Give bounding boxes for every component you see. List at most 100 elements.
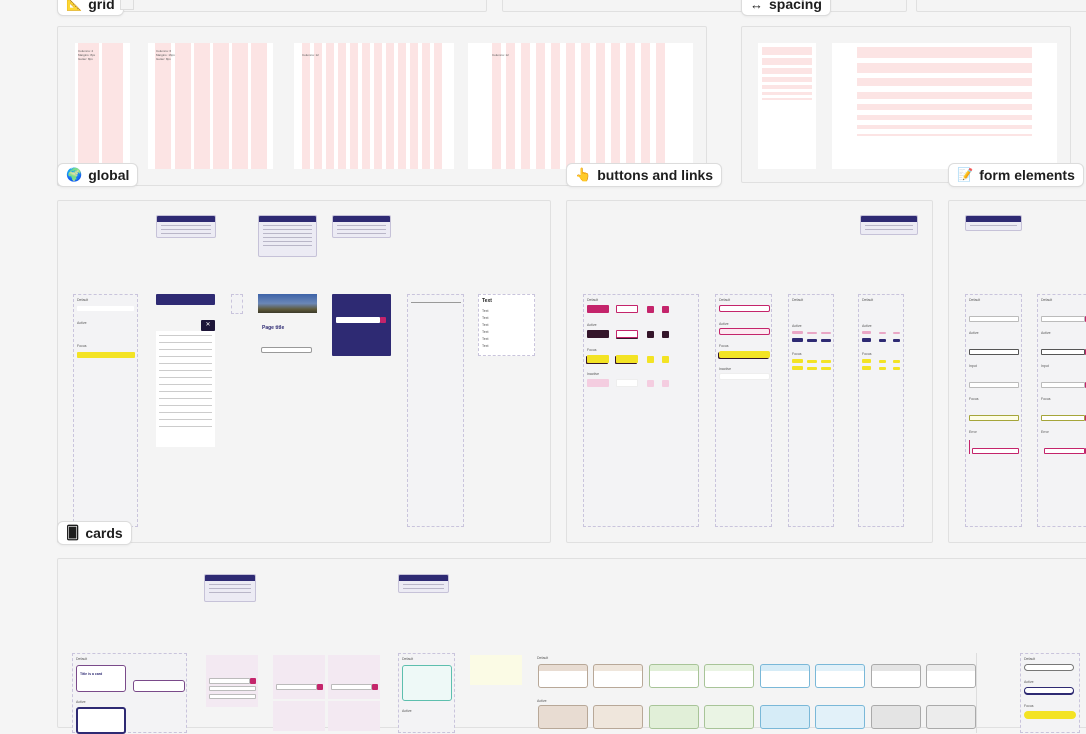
newsletter-submit-button[interactable]: [380, 317, 386, 323]
grid-label[interactable]: 📐 grid: [57, 0, 124, 16]
topic-card-active[interactable]: [538, 705, 588, 729]
card[interactable]: Title is a card: [76, 665, 126, 692]
icon-button-focus[interactable]: [647, 356, 654, 363]
skip-link-focus[interactable]: [77, 352, 135, 358]
text-link-visited[interactable]: [792, 338, 803, 342]
topic-card-active[interactable]: [593, 705, 643, 729]
add-item-link[interactable]: [719, 305, 770, 312]
project-card[interactable]: [402, 665, 452, 701]
event-card-select[interactable]: [209, 686, 256, 691]
text-link-focus[interactable]: [807, 367, 817, 370]
primary-button-focus[interactable]: [587, 355, 609, 363]
newsletter-input[interactable]: [336, 317, 380, 323]
menu-close-button[interactable]: ✕: [201, 320, 215, 331]
icon-link-focus[interactable]: [862, 366, 871, 370]
subscribe-button[interactable]: [317, 684, 323, 690]
primary-button[interactable]: [587, 305, 609, 313]
event-card-search[interactable]: [209, 694, 256, 699]
topic-card-active[interactable]: [815, 705, 865, 729]
spacing-label[interactable]: ↔ spacing: [741, 0, 831, 16]
add-item-link-active[interactable]: [719, 328, 770, 335]
icon-link-focus[interactable]: [893, 367, 900, 370]
topic-card[interactable]: [704, 664, 754, 688]
topic-card[interactable]: [760, 664, 810, 688]
topic-card-active[interactable]: [926, 705, 976, 729]
event-card-input[interactable]: [209, 678, 250, 684]
icon-link-active[interactable]: [879, 332, 886, 334]
text-input-active[interactable]: [969, 349, 1019, 355]
pill-link[interactable]: [1024, 664, 1074, 671]
icon-link-focus[interactable]: [893, 360, 900, 363]
text-link-focus[interactable]: [792, 366, 803, 370]
icon-button-active[interactable]: [662, 331, 669, 338]
card-active[interactable]: [76, 707, 126, 734]
topic-card[interactable]: [815, 664, 865, 688]
topic-card[interactable]: [538, 664, 588, 688]
pill-link-active[interactable]: [1024, 687, 1074, 694]
icon-link-active[interactable]: [893, 332, 900, 334]
event-card-submit[interactable]: [250, 678, 256, 684]
subscribe-button[interactable]: [372, 684, 378, 690]
form-elements-label[interactable]: 📝 form elements: [948, 163, 1084, 187]
topic-card[interactable]: [649, 664, 699, 688]
text-link-active[interactable]: [821, 332, 831, 334]
text-input-default[interactable]: [969, 316, 1019, 322]
subscribe-card[interactable]: [273, 655, 325, 699]
global-label[interactable]: 🌍 global: [57, 163, 139, 187]
text-link-focus[interactable]: [821, 360, 831, 363]
text-input-error[interactable]: [972, 448, 1019, 454]
subscribe-card[interactable]: [328, 701, 380, 731]
icon-link-focus[interactable]: [879, 360, 886, 363]
cards-label[interactable]: 🂠 cards: [57, 521, 132, 545]
topic-card-active[interactable]: [704, 705, 754, 729]
subscribe-input[interactable]: [276, 684, 317, 690]
text-link-visited[interactable]: [821, 339, 831, 342]
topic-card[interactable]: [593, 664, 643, 688]
text-link-focus[interactable]: [792, 359, 803, 363]
icon-button-active[interactable]: [647, 331, 654, 338]
text-input-focus[interactable]: [969, 415, 1019, 421]
pill-link-focus[interactable]: [1024, 711, 1076, 719]
search-input-focus[interactable]: [1041, 415, 1085, 421]
text-link-active[interactable]: [807, 332, 817, 334]
buttons-links-label[interactable]: 👆 buttons and links: [566, 163, 723, 187]
icon-button[interactable]: [647, 306, 654, 313]
subscribe-card[interactable]: [328, 655, 380, 699]
icon-link-active[interactable]: [862, 331, 871, 334]
text-link-focus[interactable]: [821, 367, 831, 370]
event-card[interactable]: [206, 655, 258, 707]
secondary-button[interactable]: [616, 305, 638, 313]
hero-search-input[interactable]: [261, 347, 312, 353]
subscribe-input[interactable]: [331, 684, 372, 690]
text-link-visited[interactable]: [807, 339, 817, 342]
primary-button-active[interactable]: [587, 330, 609, 338]
search-input-filled[interactable]: [1041, 382, 1085, 388]
icon-button[interactable]: [662, 306, 669, 313]
search-input-active[interactable]: [1041, 349, 1085, 355]
topic-card[interactable]: [926, 664, 976, 688]
topic-card-active[interactable]: [871, 705, 921, 729]
typography-frame: Text Text Text Text Text Text Text: [478, 294, 535, 356]
icon-link-visited[interactable]: [893, 339, 900, 342]
icon-link-focus[interactable]: [879, 367, 886, 370]
search-input-default[interactable]: [1041, 316, 1085, 322]
compact-card[interactable]: [133, 680, 185, 692]
subscribe-card[interactable]: [273, 701, 325, 731]
secondary-button-active[interactable]: [616, 330, 638, 338]
text-link-focus[interactable]: [807, 360, 817, 363]
add-item-link-focus[interactable]: [719, 351, 770, 358]
icon-link-visited[interactable]: [862, 338, 871, 342]
search-input-error[interactable]: [1044, 448, 1085, 454]
topic-card-active[interactable]: [649, 705, 699, 729]
skip-link-default[interactable]: [77, 306, 134, 311]
icon-button-focus[interactable]: [662, 356, 669, 363]
contact-card[interactable]: [470, 655, 522, 685]
text-input-filled[interactable]: [969, 382, 1019, 388]
text-link-active[interactable]: [792, 331, 803, 334]
icon-link-focus[interactable]: [862, 359, 871, 363]
topic-card-active[interactable]: [760, 705, 810, 729]
topic-card[interactable]: [871, 664, 921, 688]
secondary-button-focus[interactable]: [616, 355, 638, 363]
icon-link-visited[interactable]: [879, 339, 886, 342]
primary-button-inactive: [587, 379, 609, 387]
